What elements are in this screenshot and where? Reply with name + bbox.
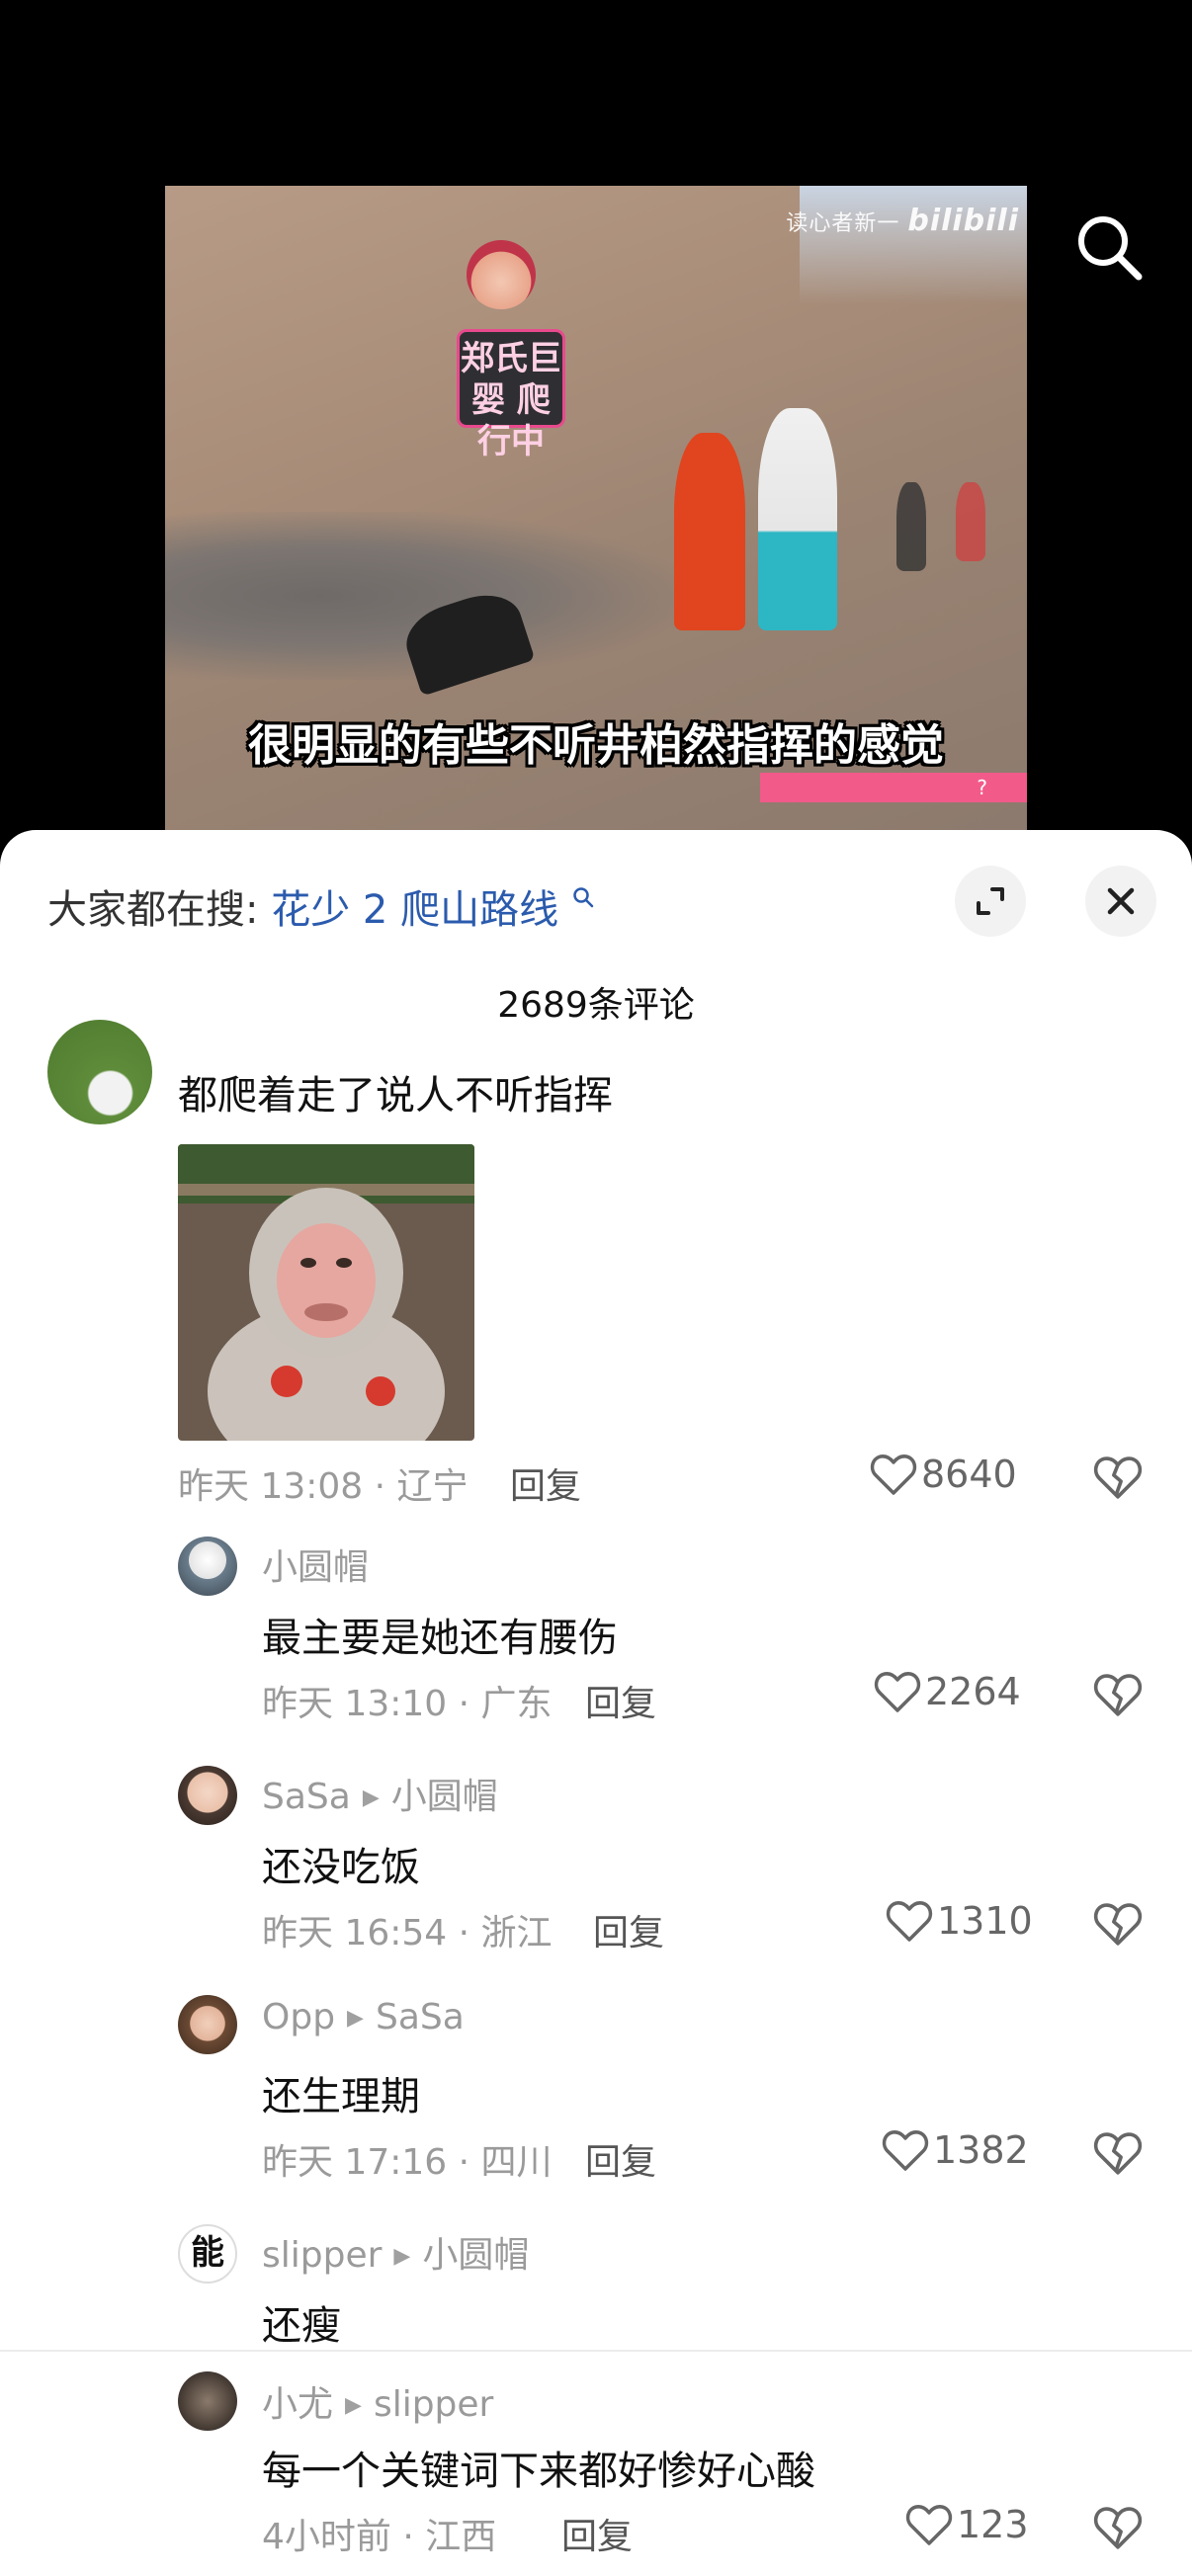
comment-text: 每一个关键词下来都好惨好心酸 [262,2449,815,2494]
comment-reply-item: 小圆帽 最主要是她还有腰伤 昨天 13:10 · 广东 回复 2264 [0,1537,1192,1754]
video-watermark: 读心者新一 bilibili [786,204,1019,238]
reply-arrow-icon: ▶ [347,2006,364,2031]
like-button[interactable]: 1310 [886,1899,1033,1943]
comment-image-monkey[interactable] [178,1144,474,1441]
search-button[interactable] [1069,208,1149,287]
comment-username[interactable]: 小尤 ▶ slipper [262,2375,493,2427]
dislike-button[interactable] [1093,1670,1143,1719]
search-icon [1078,216,1143,281]
comment-username[interactable]: SaSa ▶ 小圆帽 [262,1768,498,1819]
broken-heart-icon [1093,1674,1143,1716]
heart-icon [905,2505,953,2545]
reply-arrow-icon: ▶ [393,2244,411,2269]
comment-reply-item: 小尤 ▶ slipper 每一个关键词下来都好惨好心酸 4小时前 · 江西 回复 1… [0,2371,1192,2576]
heart-icon [870,1454,917,1495]
broken-heart-icon [1093,2507,1143,2549]
reply-button[interactable]: 回复 [510,1457,581,1509]
bilibili-logo: bilibili [907,204,1019,238]
close-button[interactable] [1085,866,1156,937]
comment-meta: 昨天 13:10 · 广东 [262,1684,553,1724]
monkey-image [178,1144,474,1441]
comment-text: 都爬着走了说人不听指挥 [178,1073,613,1119]
like-count: 2264 [925,1670,1021,1713]
video-sticker: 郑氏巨婴 爬行中 [457,329,565,461]
reply-button[interactable]: 回复 [593,1904,664,1955]
comment-username[interactable]: slipper ▶ 小圆帽 [262,2226,529,2278]
reply-to-username[interactable]: slipper [374,2384,493,2425]
comment-reply-item: SaSa ▶ 小圆帽 还没吃饭 昨天 16:54 · 浙江 回复 1310 [0,1766,1192,1983]
search-small-icon [571,886,595,916]
like-count: 1310 [937,1899,1033,1943]
reply-button[interactable]: 回复 [585,2133,656,2185]
sticker-avatar [467,240,536,309]
watermark-text: 读心者新一 [786,211,900,236]
username[interactable]: Opp [262,1997,335,2037]
like-button[interactable]: 8640 [870,1453,1017,1496]
comment-item: 都爬着走了说人不听指挥 昨天 13:08 · 辽宁 回复 8640 [0,1020,1192,1507]
video-frame[interactable]: 读心者新一 bilibili 郑氏巨婴 爬行中 很明显的有些不听井柏然指挥的感觉 … [165,186,1027,830]
heart-icon [882,2130,929,2171]
expand-icon [977,887,1004,915]
comment-username[interactable]: Opp ▶ SaSa [262,1997,465,2037]
comment-meta: 4小时前 · 江西 [262,2517,497,2557]
comment-reply-item: 能 slipper ▶ 小圆帽 还瘦 [0,2224,1192,2349]
like-button[interactable]: 2264 [874,1670,1021,1713]
expand-button[interactable] [955,866,1026,937]
comment-meta: 昨天 17:16 · 四川 [262,2142,553,2183]
comment-text: 还瘦 [262,2303,341,2349]
avatar[interactable] [178,1766,237,1825]
comment-meta: 昨天 13:08 · 辽宁 [178,1466,468,1507]
heart-icon [886,1901,933,1942]
reply-to-username[interactable]: 小圆帽 [391,1777,498,1817]
comment-count: 2689条评论 [497,985,695,1026]
like-count: 123 [957,2503,1029,2546]
divider [0,2350,1192,2352]
username[interactable]: slipper [262,2235,382,2276]
dislike-button[interactable] [1093,2128,1143,2178]
avatar[interactable] [178,1995,237,2054]
hot-search[interactable]: 大家都在搜: 花少 2 爬山路线 [47,877,595,935]
dislike-button[interactable] [1093,1899,1143,1949]
video-pink-bar: ? [760,773,1027,802]
hot-search-prefix: 大家都在搜: [47,887,259,933]
video-person-red [674,433,745,630]
close-icon [1107,887,1135,915]
username[interactable]: SaSa [262,1777,351,1817]
video-subtitle: 很明显的有些不听井柏然指挥的感觉 [248,720,944,771]
like-count: 8640 [921,1453,1017,1496]
reply-to-username[interactable]: 小圆帽 [422,2235,529,2276]
comment-text: 还没吃饭 [262,1845,420,1890]
dislike-button[interactable] [1093,1453,1143,1502]
like-count: 1382 [933,2128,1029,2172]
video-person-white [758,408,837,630]
dislike-button[interactable] [1093,2503,1143,2552]
video-person-distant [896,482,926,571]
video-person-distant [956,482,985,561]
reply-arrow-icon: ▶ [362,1786,380,1810]
avatar[interactable] [178,1537,237,1596]
reply-button[interactable]: 回复 [585,1675,656,1726]
like-button[interactable]: 1382 [882,2128,1029,2172]
avatar[interactable] [178,2371,237,2431]
video-player[interactable]: 读心者新一 bilibili 郑氏巨婴 爬行中 很明显的有些不听井柏然指挥的感觉 … [0,0,1192,850]
hot-search-term[interactable]: 花少 2 爬山路线 [271,887,558,933]
broken-heart-icon [1093,1456,1143,1499]
avatar[interactable] [47,1020,152,1124]
reply-button[interactable]: 回复 [561,2508,633,2559]
comment-reply-item: Opp ▶ SaSa 还生理期 昨天 17:16 · 四川 回复 1382 [0,1995,1192,2212]
broken-heart-icon [1093,1903,1143,1946]
comment-meta: 昨天 16:54 · 浙江 [262,1913,553,1953]
comment-sheet: 大家都在搜: 花少 2 爬山路线 2689条评论 都爬着走了说人不听指挥 昨天 … [0,830,1192,2576]
like-button[interactable]: 123 [905,2503,1029,2546]
broken-heart-icon [1093,2132,1143,2175]
comment-text: 还生理期 [262,2074,420,2119]
heart-icon [874,1672,921,1712]
reply-to-username[interactable]: SaSa [376,1997,465,2037]
reply-arrow-icon: ▶ [345,2393,362,2418]
comment-username[interactable]: 小圆帽 [262,1538,369,1590]
comment-text: 最主要是她还有腰伤 [262,1616,618,1661]
avatar[interactable]: 能 [178,2224,237,2284]
username[interactable]: 小尤 [262,2384,333,2425]
